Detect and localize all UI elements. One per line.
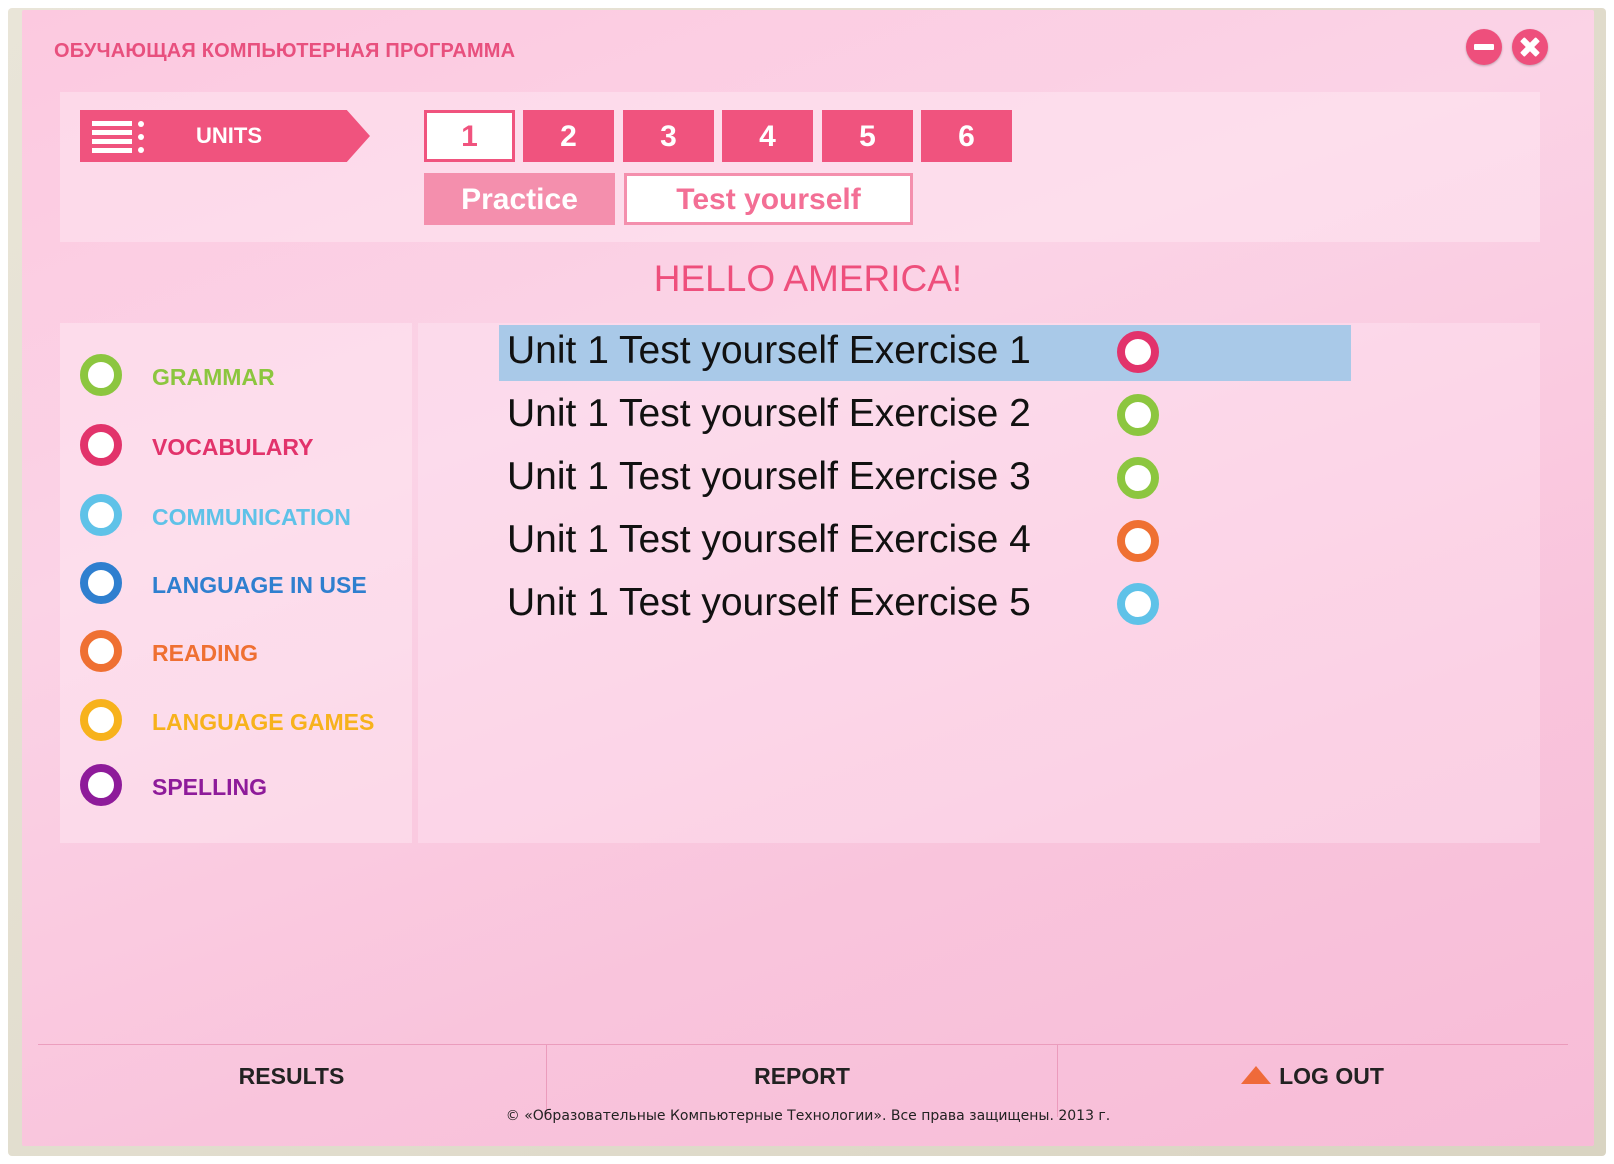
category-label: LANGUAGE GAMES: [152, 709, 375, 735]
category-label: GRAMMAR: [152, 364, 275, 390]
vocabulary-ring-icon: [1117, 331, 1159, 373]
unit-tab-6[interactable]: 6: [921, 110, 1012, 162]
logout-label: LOG OUT: [1279, 1063, 1384, 1089]
unit-tab-4[interactable]: 4: [722, 110, 813, 162]
grammar-ring-icon: [80, 354, 122, 396]
grammar-ring-icon: [1117, 394, 1159, 436]
communication-ring-icon: [80, 494, 122, 536]
report-label: REPORT: [754, 1063, 850, 1089]
unit-title: HELLO AMERICA!: [22, 258, 1594, 300]
test-yourself-tab[interactable]: Test yourself: [624, 173, 913, 225]
menu-icon: [92, 121, 144, 153]
exercise-item-4[interactable]: Unit 1 Test yourself Exercise 4: [499, 514, 1351, 570]
exercise-item-2[interactable]: Unit 1 Test yourself Exercise 2: [499, 388, 1351, 444]
units-menu-button[interactable]: UNITS: [80, 110, 370, 162]
exercise-label: Unit 1 Test yourself Exercise 2: [507, 392, 1031, 435]
spelling-ring-icon: [80, 764, 122, 806]
exercise-item-5[interactable]: Unit 1 Test yourself Exercise 5: [499, 577, 1351, 633]
reading-ring-icon: [1117, 520, 1159, 562]
results-label: RESULTS: [238, 1063, 345, 1089]
language-in-use-ring-icon: [80, 562, 122, 604]
bottom-bar: RESULTS REPORT LOG OUT: [38, 1044, 1568, 1117]
unit-tab-3[interactable]: 3: [623, 110, 714, 162]
category-label: SPELLING: [152, 774, 268, 800]
exercise-item-3[interactable]: Unit 1 Test yourself Exercise 3: [499, 451, 1351, 507]
unit-tab-2[interactable]: 2: [523, 110, 614, 162]
category-label: COMMUNICATION: [152, 504, 351, 530]
category-label: VOCABULARY: [152, 434, 314, 460]
report-button[interactable]: REPORT: [546, 1045, 1058, 1117]
unit-tab-5[interactable]: 5: [822, 110, 913, 162]
exercise-label: Unit 1 Test yourself Exercise 1: [507, 329, 1031, 372]
language-games-ring-icon: [80, 699, 122, 741]
results-button[interactable]: RESULTS: [38, 1045, 545, 1117]
communication-ring-icon: [1117, 583, 1159, 625]
triangle-up-icon: [1241, 1065, 1272, 1084]
units-label: UNITS: [196, 123, 262, 148]
grammar-ring-icon: [1117, 457, 1159, 499]
exercise-label: Unit 1 Test yourself Exercise 4: [507, 518, 1031, 561]
reading-ring-icon: [80, 630, 122, 672]
logout-button[interactable]: LOG OUT: [1057, 1045, 1568, 1117]
minimize-icon[interactable]: [1466, 29, 1502, 65]
exercise-item-1[interactable]: Unit 1 Test yourself Exercise 1: [499, 325, 1351, 381]
copyright-notice: © «Образовательные Компьютерные Технолог…: [505, 1108, 1111, 1124]
app-title: ОБУЧАЮЩАЯ КОМПЬЮТЕРНАЯ ПРОГРАММА: [54, 40, 516, 62]
vocabulary-ring-icon: [80, 424, 122, 466]
exercise-label: Unit 1 Test yourself Exercise 5: [507, 581, 1031, 624]
practice-tab[interactable]: Practice: [424, 173, 615, 225]
close-icon[interactable]: [1512, 29, 1548, 65]
unit-tab-1[interactable]: 1: [424, 110, 515, 162]
category-label: LANGUAGE IN USE: [152, 572, 367, 598]
app-window: ОБУЧАЮЩАЯ КОМПЬЮТЕРНАЯ ПРОГРАММА UNITS 1…: [22, 10, 1594, 1146]
unit-title-text: HELLO AMERICA!: [653, 258, 963, 299]
exercise-label: Unit 1 Test yourself Exercise 3: [507, 455, 1031, 498]
category-label: READING: [152, 640, 259, 666]
